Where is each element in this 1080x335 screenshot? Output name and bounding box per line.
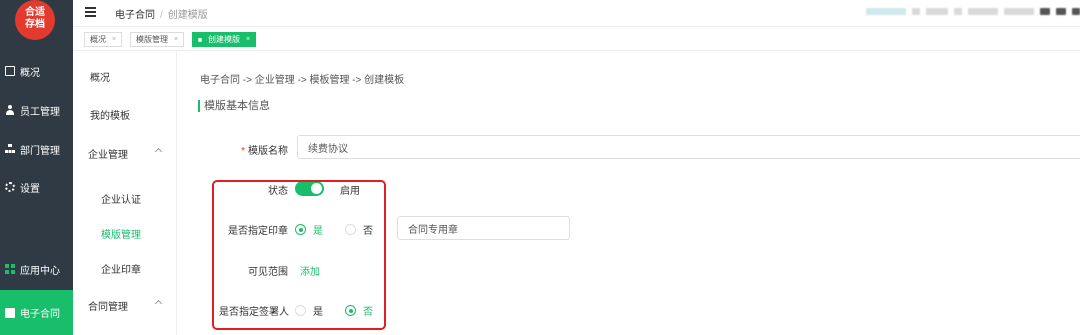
submenu-item-contract-management[interactable]: 合同管理 (88, 298, 128, 313)
sidebar-item-overview[interactable]: 概况 (0, 56, 73, 86)
org-icon (5, 144, 15, 154)
breadcrumb: 电子合同 / 创建模版 (115, 6, 208, 21)
submenu-item-enterprise-seal[interactable]: 企业印章 (101, 261, 141, 276)
menu-toggle-icon[interactable] (85, 7, 96, 17)
sidebar-item-label: 应用中心 (20, 265, 60, 277)
sidebar-item-label: 部门管理 (20, 145, 60, 157)
close-icon[interactable]: × (112, 36, 116, 43)
doc-icon (5, 307, 15, 318)
submenu-item-enterprise[interactable]: 企业管理 (88, 146, 128, 161)
top-header: 电子合同 / 创建模版 (73, 0, 1080, 27)
tab-bar: 概况 × 模版管理 × 创建模版 × (73, 27, 1080, 51)
submenu-item-overview[interactable]: 概况 (90, 69, 110, 84)
grid-icon (5, 264, 15, 274)
template-name-label-text: 模版名称 (248, 146, 288, 157)
tab-overview[interactable]: 概况 × (84, 32, 123, 47)
sidebar-item-label: 设置 (20, 183, 40, 195)
content-breadcrumb: 电子合同 -> 企业管理 -> 模板管理 -> 创建模板 (200, 75, 405, 86)
main-content: 电子合同 -> 企业管理 -> 模板管理 -> 创建模板 模版基本信息 * 模版名… (178, 51, 1080, 335)
submenu-item-template-management[interactable]: 模版管理 (101, 226, 141, 241)
sidebar-item-employees[interactable]: 员工管理 (0, 95, 73, 125)
tab-label: 模版管理 (136, 35, 168, 44)
tab-template-management[interactable]: 模版管理 × (130, 32, 185, 47)
sidebar-item-app-center[interactable]: 应用中心 (0, 254, 73, 284)
tab-label: 创建模版 (208, 35, 240, 44)
logo-text-line2: 存档 (25, 19, 45, 30)
chevron-up-icon[interactable] (154, 147, 163, 156)
tab-label: 概况 (90, 35, 106, 44)
main-sidebar: 合适 存档 概况 员工管理 部门管理 设置 应用中心 电子合同 (0, 0, 73, 335)
logo-text-line1: 合适 (25, 7, 45, 18)
gear-icon (5, 182, 15, 192)
breadcrumb-separator: / (160, 10, 163, 21)
sidebar-item-label: 电子合同 (20, 309, 60, 320)
close-icon[interactable]: × (246, 36, 250, 43)
sidebar-item-settings[interactable]: 设置 (0, 172, 73, 202)
sidebar-item-label: 概况 (20, 67, 40, 79)
blurred-user-info (866, 8, 1080, 15)
user-icon (5, 105, 15, 115)
highlight-annotation-box (212, 180, 386, 330)
submenu-item-enterprise-auth[interactable]: 企业认证 (101, 191, 141, 206)
sidebar-item-departments[interactable]: 部门管理 (0, 134, 73, 164)
breadcrumb-current: 创建模版 (167, 10, 208, 21)
seal-select-value: 合同专用章 (408, 224, 458, 236)
breadcrumb-root[interactable]: 电子合同 (115, 10, 155, 21)
sidebar-item-e-contract[interactable]: 电子合同 (0, 290, 73, 335)
section-title: 模版基本信息 (198, 100, 270, 112)
seal-select[interactable]: 合同专用章 (397, 216, 570, 240)
submenu-item-my-templates[interactable]: 我的模板 (90, 107, 130, 122)
active-dot-icon (198, 37, 202, 42)
chart-icon (5, 66, 15, 76)
required-mark: * (241, 146, 245, 157)
template-name-label: * 模版名称 (238, 142, 288, 157)
sidebar-item-label: 员工管理 (20, 106, 60, 118)
tab-create-template[interactable]: 创建模版 × (192, 32, 257, 47)
secondary-menu: 概况 我的模板 企业管理 企业认证 模版管理 企业印章 合同管理 (73, 51, 177, 335)
app-logo: 合适 存档 (15, 0, 55, 40)
close-icon[interactable]: × (174, 36, 178, 43)
template-name-value: 续费协议 (308, 143, 348, 155)
template-name-input[interactable]: 续费协议 (297, 135, 1080, 159)
chevron-up-icon[interactable] (154, 299, 163, 308)
